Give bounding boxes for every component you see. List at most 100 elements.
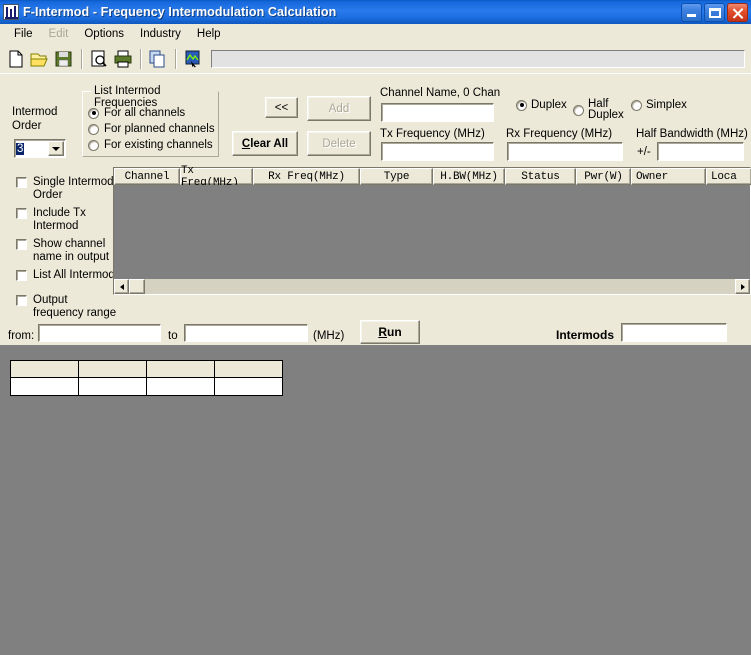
window-controls — [681, 3, 748, 22]
checkbox-label-line1: Single Intermod — [33, 176, 114, 188]
delete-label: Delete — [322, 137, 356, 150]
column-header-location[interactable]: Loca — [706, 168, 751, 185]
from-frequency-input[interactable] — [38, 324, 161, 342]
radio-duplex[interactable]: Duplex — [516, 99, 567, 111]
column-header-channel[interactable]: Channel — [114, 168, 180, 185]
intermods-input[interactable] — [621, 323, 727, 342]
radio-label: Duplex — [531, 99, 567, 111]
column-header-type[interactable]: Type — [360, 168, 433, 185]
add-label: Add — [328, 102, 350, 115]
checkbox-label-line2: frequency range — [33, 306, 117, 319]
rx-frequency-label: Rx Frequency (MHz) — [506, 128, 613, 140]
column-header-status[interactable]: Status — [505, 168, 576, 185]
delete-button: Delete — [307, 131, 371, 156]
save-disk-icon[interactable] — [53, 48, 75, 70]
menu-edit: Edit — [48, 28, 69, 40]
close-button[interactable] — [727, 3, 748, 22]
clear-all-button[interactable]: Clear All — [232, 131, 298, 156]
collapse-label: << — [274, 101, 289, 114]
checkbox-show-channel-name[interactable]: Show channel name in output — [16, 238, 109, 263]
unit-label: (MHz) — [313, 330, 345, 342]
result-grid[interactable] — [10, 360, 283, 396]
column-header-rx-freq[interactable]: Rx Freq(MHz) — [253, 168, 360, 185]
intermod-order-combo[interactable]: 3 — [14, 139, 66, 158]
checkbox-label: List All Intermod — [33, 269, 115, 281]
checkbox-label-line2: name in output — [33, 250, 110, 263]
channel-table-body — [114, 185, 750, 279]
minimize-button[interactable] — [681, 3, 702, 22]
toolbar-separator — [175, 48, 176, 69]
checkbox-icon — [16, 270, 27, 281]
scroll-right-button[interactable] — [735, 279, 750, 294]
checkbox-list-all-intermod[interactable]: List All Intermod — [16, 269, 115, 282]
result-grid-cell[interactable] — [147, 378, 215, 395]
radio-icon — [88, 107, 99, 119]
to-frequency-input[interactable] — [184, 324, 308, 342]
intermod-order-value-wrap: 3 — [15, 140, 47, 157]
column-header-owner[interactable]: Owner — [631, 168, 706, 185]
result-grid-header-cell — [11, 361, 79, 378]
toolbar — [0, 44, 751, 74]
radio-for-all-channels[interactable]: For all channels — [88, 107, 185, 119]
title-bar: F-Intermod - Frequency Intermodulation C… — [0, 0, 751, 24]
channel-name-label: Channel Name, 0 Chan — [380, 87, 501, 99]
radio-label: For planned channels — [104, 123, 215, 135]
radio-simplex[interactable]: Simplex — [631, 99, 687, 111]
checkbox-icon — [16, 208, 27, 219]
result-grid-header-cell — [215, 361, 282, 378]
print-preview-icon[interactable] — [88, 48, 110, 70]
application-window: F-Intermod - Frequency Intermodulation C… — [0, 0, 751, 655]
open-folder-icon[interactable] — [29, 48, 51, 70]
new-document-icon[interactable] — [5, 48, 27, 70]
clear-all-label: Clear All — [241, 137, 289, 150]
column-header-tx-freq[interactable]: Tx Freq(MHz) — [180, 165, 253, 189]
checkbox-label-line1: Output — [33, 294, 68, 306]
column-header-pwr[interactable]: Pwr(W) — [576, 168, 631, 185]
checkbox-label-line1: Show channel — [33, 238, 106, 250]
result-grid-cell[interactable] — [215, 378, 282, 395]
scrollbar-thumb[interactable] — [129, 279, 145, 294]
radio-for-planned-channels[interactable]: For planned channels — [88, 123, 215, 135]
result-grid-header-cell — [79, 361, 147, 378]
toolbar-status-field[interactable] — [211, 49, 745, 68]
print-icon[interactable] — [112, 48, 134, 70]
half-bandwidth-input[interactable] — [657, 142, 744, 161]
half-bandwidth-label: Half Bandwidth (MHz) — [636, 128, 748, 140]
radio-icon — [631, 99, 642, 111]
menu-help[interactable]: Help — [189, 26, 229, 42]
channel-name-input[interactable] — [381, 103, 494, 122]
menu-industry[interactable]: Industry — [132, 26, 189, 42]
tx-frequency-input[interactable] — [381, 142, 494, 161]
run-label: Run — [378, 325, 402, 339]
run-button[interactable]: Run — [360, 320, 420, 344]
chevron-down-icon[interactable] — [48, 141, 64, 156]
checkbox-include-tx-intermod[interactable]: Include Tx Intermod — [16, 207, 86, 232]
tx-frequency-label: Tx Frequency (MHz) — [380, 128, 485, 140]
result-grid-cell[interactable] — [79, 378, 147, 395]
checkbox-output-frequency-range[interactable]: Output frequency range — [16, 294, 116, 319]
checkbox-icon — [16, 177, 27, 188]
radio-half-duplex[interactable]: Half Duplex — [573, 98, 624, 121]
menu-options[interactable]: Options — [76, 26, 132, 42]
result-grid-header-cell — [147, 361, 215, 378]
menu-file[interactable]: File — [6, 26, 41, 42]
from-label: from: — [8, 330, 35, 342]
result-grid-row[interactable] — [11, 378, 282, 395]
radio-icon — [88, 139, 99, 151]
radio-label: Simplex — [646, 99, 687, 111]
radio-label: For existing channels — [104, 139, 213, 151]
collapse-button[interactable]: << — [265, 97, 298, 118]
radio-for-existing-channels[interactable]: For existing channels — [88, 139, 213, 151]
intermod-tool-icon[interactable] — [182, 48, 204, 70]
result-grid-cell[interactable] — [11, 378, 79, 395]
column-header-hbw[interactable]: H.BW(MHz) — [433, 168, 505, 185]
maximize-button[interactable] — [704, 3, 725, 22]
scroll-left-button[interactable] — [114, 279, 129, 294]
add-button: Add — [307, 96, 371, 121]
checkbox-label-line2: Order — [33, 188, 63, 201]
copy-icon[interactable] — [147, 48, 169, 70]
window-title: F-Intermod - Frequency Intermodulation C… — [23, 5, 337, 19]
channel-table-hscrollbar[interactable] — [114, 279, 750, 294]
rx-frequency-input[interactable] — [507, 142, 623, 161]
checkbox-single-intermod-order[interactable]: Single Intermod Order — [16, 176, 114, 201]
